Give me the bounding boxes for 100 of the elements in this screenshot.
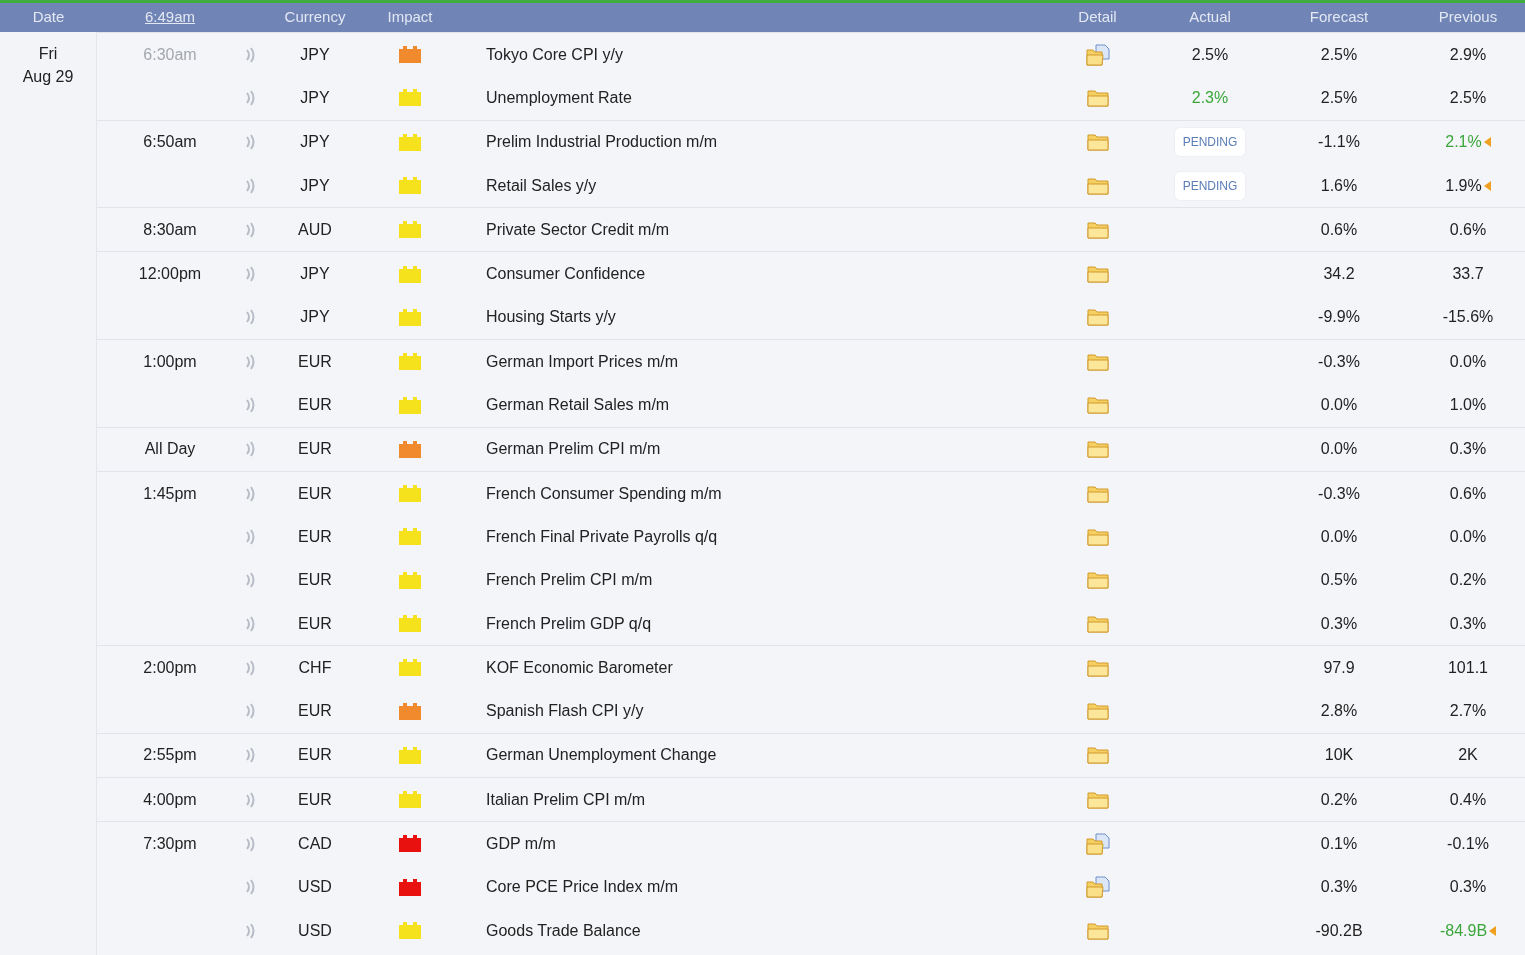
sound-icon[interactable] xyxy=(245,309,256,326)
forecast-value: -0.3% xyxy=(1318,484,1360,502)
event-time: 6:30am xyxy=(143,45,197,63)
currency-code: EUR xyxy=(298,702,332,720)
sound-icon[interactable] xyxy=(245,46,256,63)
currency-code: USD xyxy=(298,878,332,896)
sound-icon[interactable] xyxy=(245,922,256,939)
event-title[interactable]: Core PCE Price Index m/m xyxy=(486,878,679,896)
currency-code: JPY xyxy=(300,265,330,283)
sound-icon[interactable] xyxy=(245,397,256,413)
event-title[interactable]: Goods Trade Balance xyxy=(486,921,641,939)
folder-icon[interactable] xyxy=(1086,746,1109,765)
sound-icon[interactable] xyxy=(245,572,256,589)
event-title[interactable]: French Final Private Payrolls q/q xyxy=(486,527,718,545)
folder-icon[interactable] xyxy=(1086,484,1109,503)
column-header: Detail xyxy=(1078,8,1117,26)
forecast-value: -1.1% xyxy=(1318,133,1360,151)
sound-icon[interactable] xyxy=(245,703,256,720)
previous-value: -15.6% xyxy=(1442,307,1494,328)
previous-value: 2.1% xyxy=(1445,132,1482,153)
folder-icon[interactable] xyxy=(1086,702,1109,721)
event-title[interactable]: German Retail Sales m/m xyxy=(486,396,670,413)
sound-icon[interactable] xyxy=(245,879,256,896)
event-time: 4:00pm xyxy=(143,790,197,808)
folder-icon[interactable] xyxy=(1086,921,1109,940)
currency-code: JPY xyxy=(300,308,330,326)
sound-icon[interactable] xyxy=(245,528,256,545)
previous-value: 101.1 xyxy=(1447,657,1488,678)
event-title[interactable]: Private Sector Credit m/m xyxy=(486,220,670,238)
event-title[interactable]: Housing Starts y/y xyxy=(486,308,616,326)
sound-icon[interactable] xyxy=(245,791,256,808)
previous-value: 0.3% xyxy=(1449,613,1487,634)
folder-icon[interactable] xyxy=(1086,396,1109,414)
event-title[interactable]: French Consumer Spending m/m xyxy=(486,484,722,502)
folder-icon[interactable] xyxy=(1086,658,1109,677)
sound-icon[interactable] xyxy=(245,266,256,283)
sound-icon[interactable] xyxy=(245,441,256,458)
folder-icon[interactable] xyxy=(1086,571,1109,590)
event-title[interactable]: German Import Prices m/m xyxy=(486,352,679,370)
event-title[interactable]: French Prelim CPI m/m xyxy=(486,571,653,589)
currency-code: EUR xyxy=(298,396,332,413)
sound-icon[interactable] xyxy=(245,353,256,370)
currency-code: EUR xyxy=(298,527,332,545)
folder-document-icon[interactable] xyxy=(1085,43,1110,66)
event-title[interactable]: KOF Economic Barometer xyxy=(486,658,673,676)
currency-code: JPY xyxy=(300,88,330,106)
forecast-value: 0.2% xyxy=(1320,790,1358,808)
forecast-value: -90.2B xyxy=(1315,921,1363,939)
sound-icon[interactable] xyxy=(245,134,256,151)
previous-value: 1.0% xyxy=(1449,395,1487,415)
column-header: Date xyxy=(32,8,65,26)
event-title[interactable]: Consumer Confidence xyxy=(486,265,646,283)
revision-marker-icon[interactable] xyxy=(1489,925,1497,936)
currency-code: EUR xyxy=(298,440,332,458)
currency-code: USD xyxy=(298,921,332,939)
previous-value: 2.5% xyxy=(1449,87,1487,108)
folder-icon[interactable] xyxy=(1086,220,1109,239)
folder-document-icon[interactable] xyxy=(1085,876,1110,899)
currency-code: CHF xyxy=(298,658,332,676)
sound-icon[interactable] xyxy=(245,485,256,502)
previous-value: 0.6% xyxy=(1449,219,1487,240)
event-title[interactable]: German Prelim CPI m/m xyxy=(486,440,661,458)
previous-value: 0.4% xyxy=(1449,789,1487,810)
previous-value: 2.9% xyxy=(1449,44,1487,65)
folder-icon[interactable] xyxy=(1086,308,1109,327)
sound-icon[interactable] xyxy=(245,89,256,106)
currency-code: JPY xyxy=(300,133,330,151)
folder-icon[interactable] xyxy=(1086,440,1109,459)
sound-icon[interactable] xyxy=(245,747,256,764)
folder-icon[interactable] xyxy=(1086,790,1109,809)
event-title[interactable]: Spanish Flash CPI y/y xyxy=(486,702,644,720)
folder-icon[interactable] xyxy=(1086,176,1109,195)
folder-document-icon[interactable] xyxy=(1085,833,1110,855)
folder-icon[interactable] xyxy=(1086,614,1109,633)
event-title[interactable]: Italian Prelim CPI m/m xyxy=(486,790,646,808)
forecast-value: 0.1% xyxy=(1320,835,1358,852)
forecast-value: 10K xyxy=(1324,746,1354,764)
folder-icon[interactable] xyxy=(1086,88,1109,107)
event-title[interactable]: Prelim Industrial Production m/m xyxy=(486,133,718,151)
revision-marker-icon[interactable] xyxy=(1483,180,1491,191)
sound-icon[interactable] xyxy=(245,221,256,238)
event-title[interactable]: Retail Sales y/y xyxy=(486,176,597,194)
event-title[interactable]: Tokyo Core CPI y/y xyxy=(486,45,623,63)
sound-icon[interactable] xyxy=(245,615,256,632)
sound-icon[interactable] xyxy=(245,177,256,194)
sound-icon[interactable] xyxy=(245,659,256,676)
forecast-value: 0.0% xyxy=(1320,527,1358,545)
previous-value: 0.3% xyxy=(1449,877,1487,898)
folder-icon[interactable] xyxy=(1086,527,1109,546)
revision-marker-icon[interactable] xyxy=(1483,137,1491,148)
event-title[interactable]: Unemployment Rate xyxy=(486,88,632,106)
sound-icon[interactable] xyxy=(245,836,256,852)
event-title[interactable]: GDP m/m xyxy=(486,835,556,852)
folder-icon[interactable] xyxy=(1086,133,1109,152)
actual-value: 2.5% xyxy=(1191,44,1229,65)
folder-icon[interactable] xyxy=(1086,265,1109,284)
event-title[interactable]: German Unemployment Change xyxy=(486,746,717,764)
event-time: All Day xyxy=(144,440,196,458)
event-title[interactable]: French Prelim GDP q/q xyxy=(486,614,652,632)
folder-icon[interactable] xyxy=(1086,352,1109,371)
